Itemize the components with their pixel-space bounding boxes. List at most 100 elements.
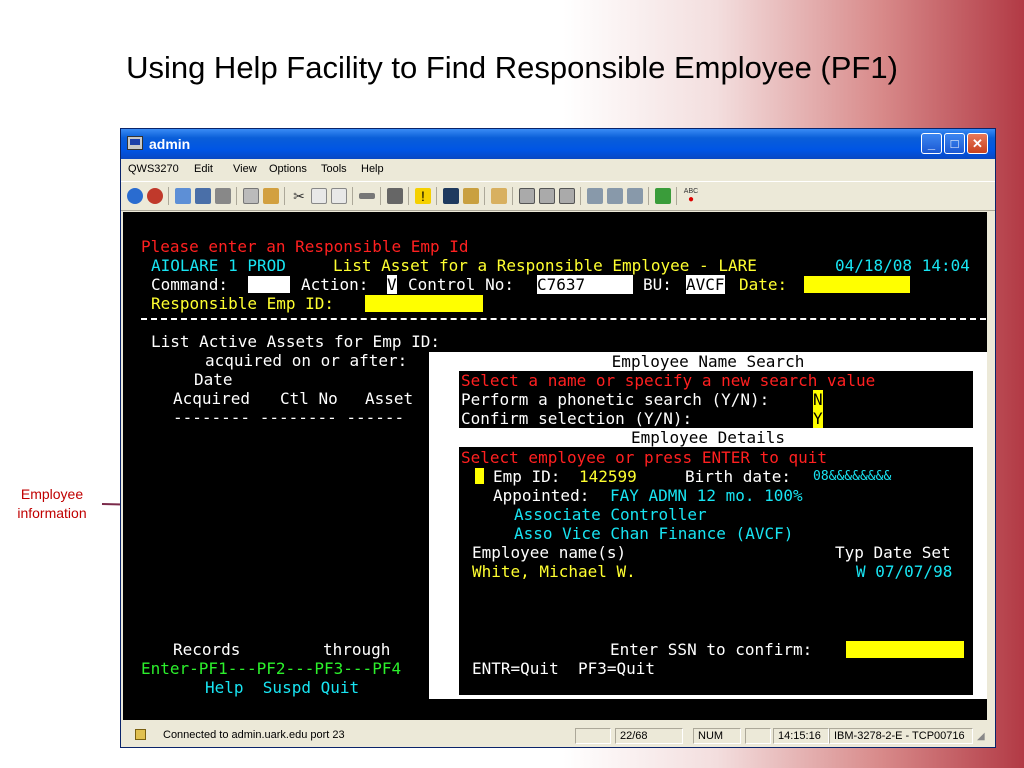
- details-header: Employee Details: [630, 428, 786, 447]
- terminal-window: admin _ □ ✕ QWS3270 Edit View Options To…: [120, 128, 996, 748]
- employee-name: White, Michael W.: [472, 562, 636, 581]
- macro2-icon[interactable]: [607, 188, 623, 204]
- monitor-icon[interactable]: [195, 188, 211, 204]
- names-label: Employee name(s): [472, 543, 627, 562]
- col-ctl-no: Ctl No: [280, 389, 338, 408]
- ssn-input[interactable]: [846, 641, 964, 658]
- menu-view[interactable]: View: [233, 163, 257, 175]
- resize-grip-icon[interactable]: ◢: [977, 731, 985, 742]
- terminal-app-icon: [127, 136, 143, 150]
- cut-icon[interactable]: ✂: [291, 188, 307, 204]
- send-icon[interactable]: [519, 188, 535, 204]
- plugin-icon[interactable]: [655, 188, 671, 204]
- date-label: Date:: [739, 275, 788, 294]
- brush-icon[interactable]: [463, 188, 479, 204]
- terminal-screen[interactable]: Please enter an Responsible Emp Id AIOLA…: [123, 212, 987, 720]
- slide-title: Using Help Facility to Find Responsible …: [126, 50, 898, 85]
- details-footer: ENTR=Quit PF3=Quit: [472, 659, 656, 678]
- resp-emp-input[interactable]: [365, 295, 483, 312]
- copy-icon[interactable]: [311, 188, 327, 204]
- screen-datetime: 04/18/08 14:04: [835, 256, 970, 275]
- num-lock-indicator: NUM: [693, 728, 741, 744]
- confirm-input[interactable]: Y: [813, 409, 823, 428]
- exit-icon[interactable]: [559, 188, 575, 204]
- through-label: through: [323, 640, 391, 659]
- emp-id-value: 142599: [579, 467, 637, 486]
- menubar: QWS3270 Edit View Options Tools Help: [121, 159, 995, 179]
- list-title: List Active Assets for Emp ID:: [151, 332, 440, 351]
- details-instruction: Select employee or press ENTER to quit: [461, 448, 828, 467]
- ssn-label: Enter SSN to confirm:: [610, 640, 813, 659]
- tool-icon[interactable]: [387, 188, 403, 204]
- pf-keys: Enter-PF1---PF2---PF3---PF4: [141, 659, 402, 678]
- transfer-icon[interactable]: [263, 188, 279, 204]
- pf-labels: Help Suspd Quit: [205, 678, 360, 697]
- lock-icon: [135, 729, 146, 740]
- confirm-label: Confirm selection (Y/N):: [461, 409, 693, 428]
- screen-title: List Asset for a Responsible Employee - …: [333, 256, 757, 275]
- cursor-position: 22/68: [615, 728, 683, 744]
- date-input[interactable]: [804, 276, 910, 293]
- menu-qws3270[interactable]: QWS3270: [128, 163, 179, 175]
- disconnect-icon[interactable]: [147, 188, 163, 204]
- name-search-instruction: Select a name or specify a new search va…: [461, 371, 876, 390]
- warning-icon[interactable]: !: [415, 188, 431, 204]
- prompt-message: Please enter an Responsible Emp Id: [141, 237, 469, 256]
- select-cursor[interactable]: [475, 468, 484, 484]
- col-dashes: -------- -------- ------: [173, 408, 405, 427]
- phonetic-input[interactable]: N: [813, 390, 823, 409]
- system-id: AIOLARE 1 PROD: [151, 256, 286, 275]
- maximize-button[interactable]: □: [944, 133, 965, 154]
- menu-edit[interactable]: Edit: [194, 163, 213, 175]
- resp-emp-label: Responsible Emp ID:: [151, 294, 335, 313]
- toolbar: ✂ ! ABC ●: [121, 181, 995, 211]
- paste-icon[interactable]: [331, 188, 347, 204]
- col-acquired: Acquired: [173, 389, 251, 408]
- keyboard-icon[interactable]: [359, 193, 375, 199]
- menu-help[interactable]: Help: [361, 163, 384, 175]
- car-icon[interactable]: [215, 188, 231, 204]
- menu-options[interactable]: Options: [269, 163, 307, 175]
- close-button[interactable]: ✕: [967, 133, 988, 154]
- employee-info-callout: Employee information: [17, 486, 87, 521]
- col-date: Date: [194, 370, 233, 389]
- connect-icon[interactable]: [127, 188, 143, 204]
- status-time: 14:15:16: [773, 728, 829, 744]
- divider: [141, 318, 986, 320]
- department: Asso Vice Chan Finance (AVCF): [514, 524, 794, 543]
- command-input[interactable]: [248, 276, 290, 293]
- phonetic-label: Perform a phonetic search (Y/N):: [461, 390, 770, 409]
- position-title: Associate Controller: [514, 505, 707, 524]
- col-asset: Asset: [365, 389, 414, 408]
- appointed-value: FAY ADMN 12 mo. 100%: [610, 486, 803, 505]
- receive-icon[interactable]: [539, 188, 555, 204]
- control-input[interactable]: C7637: [537, 275, 633, 294]
- window-titlebar[interactable]: admin _ □ ✕: [121, 129, 995, 159]
- records-label: Records: [173, 640, 241, 659]
- control-label: Control No:: [408, 275, 514, 294]
- macro3-icon[interactable]: [627, 188, 643, 204]
- emp-id-label: Emp ID:: [493, 467, 561, 486]
- action-input[interactable]: V: [387, 275, 397, 294]
- terminal-type: IBM-3278-2-E - TCP00716: [829, 728, 973, 744]
- bu-label: BU:: [643, 275, 672, 294]
- name-search-header: Employee Name Search: [611, 352, 805, 371]
- action-label: Action:: [301, 275, 369, 294]
- statusbar: Connected to admin.uark.edu port 23 22/6…: [121, 725, 995, 747]
- menu-tools[interactable]: Tools: [321, 163, 347, 175]
- birth-value: 08&&&&&&&&: [813, 469, 892, 484]
- session-icon[interactable]: [175, 188, 191, 204]
- capture-icon[interactable]: [243, 188, 259, 204]
- typ-date-set-label: Typ Date Set: [835, 543, 951, 562]
- connection-status: Connected to admin.uark.edu port 23: [163, 729, 345, 741]
- window-title: admin: [149, 136, 191, 152]
- appointed-label: Appointed:: [493, 486, 590, 505]
- macro1-icon[interactable]: [587, 188, 603, 204]
- screen-icon[interactable]: [443, 188, 459, 204]
- minimize-button[interactable]: _: [921, 133, 942, 154]
- birth-label: Birth date:: [685, 467, 791, 486]
- acquired-label: acquired on or after:: [205, 351, 408, 370]
- home-icon[interactable]: [491, 188, 507, 204]
- spellcheck-icon[interactable]: ABC ●: [683, 188, 699, 205]
- bu-input[interactable]: AVCF: [686, 275, 725, 294]
